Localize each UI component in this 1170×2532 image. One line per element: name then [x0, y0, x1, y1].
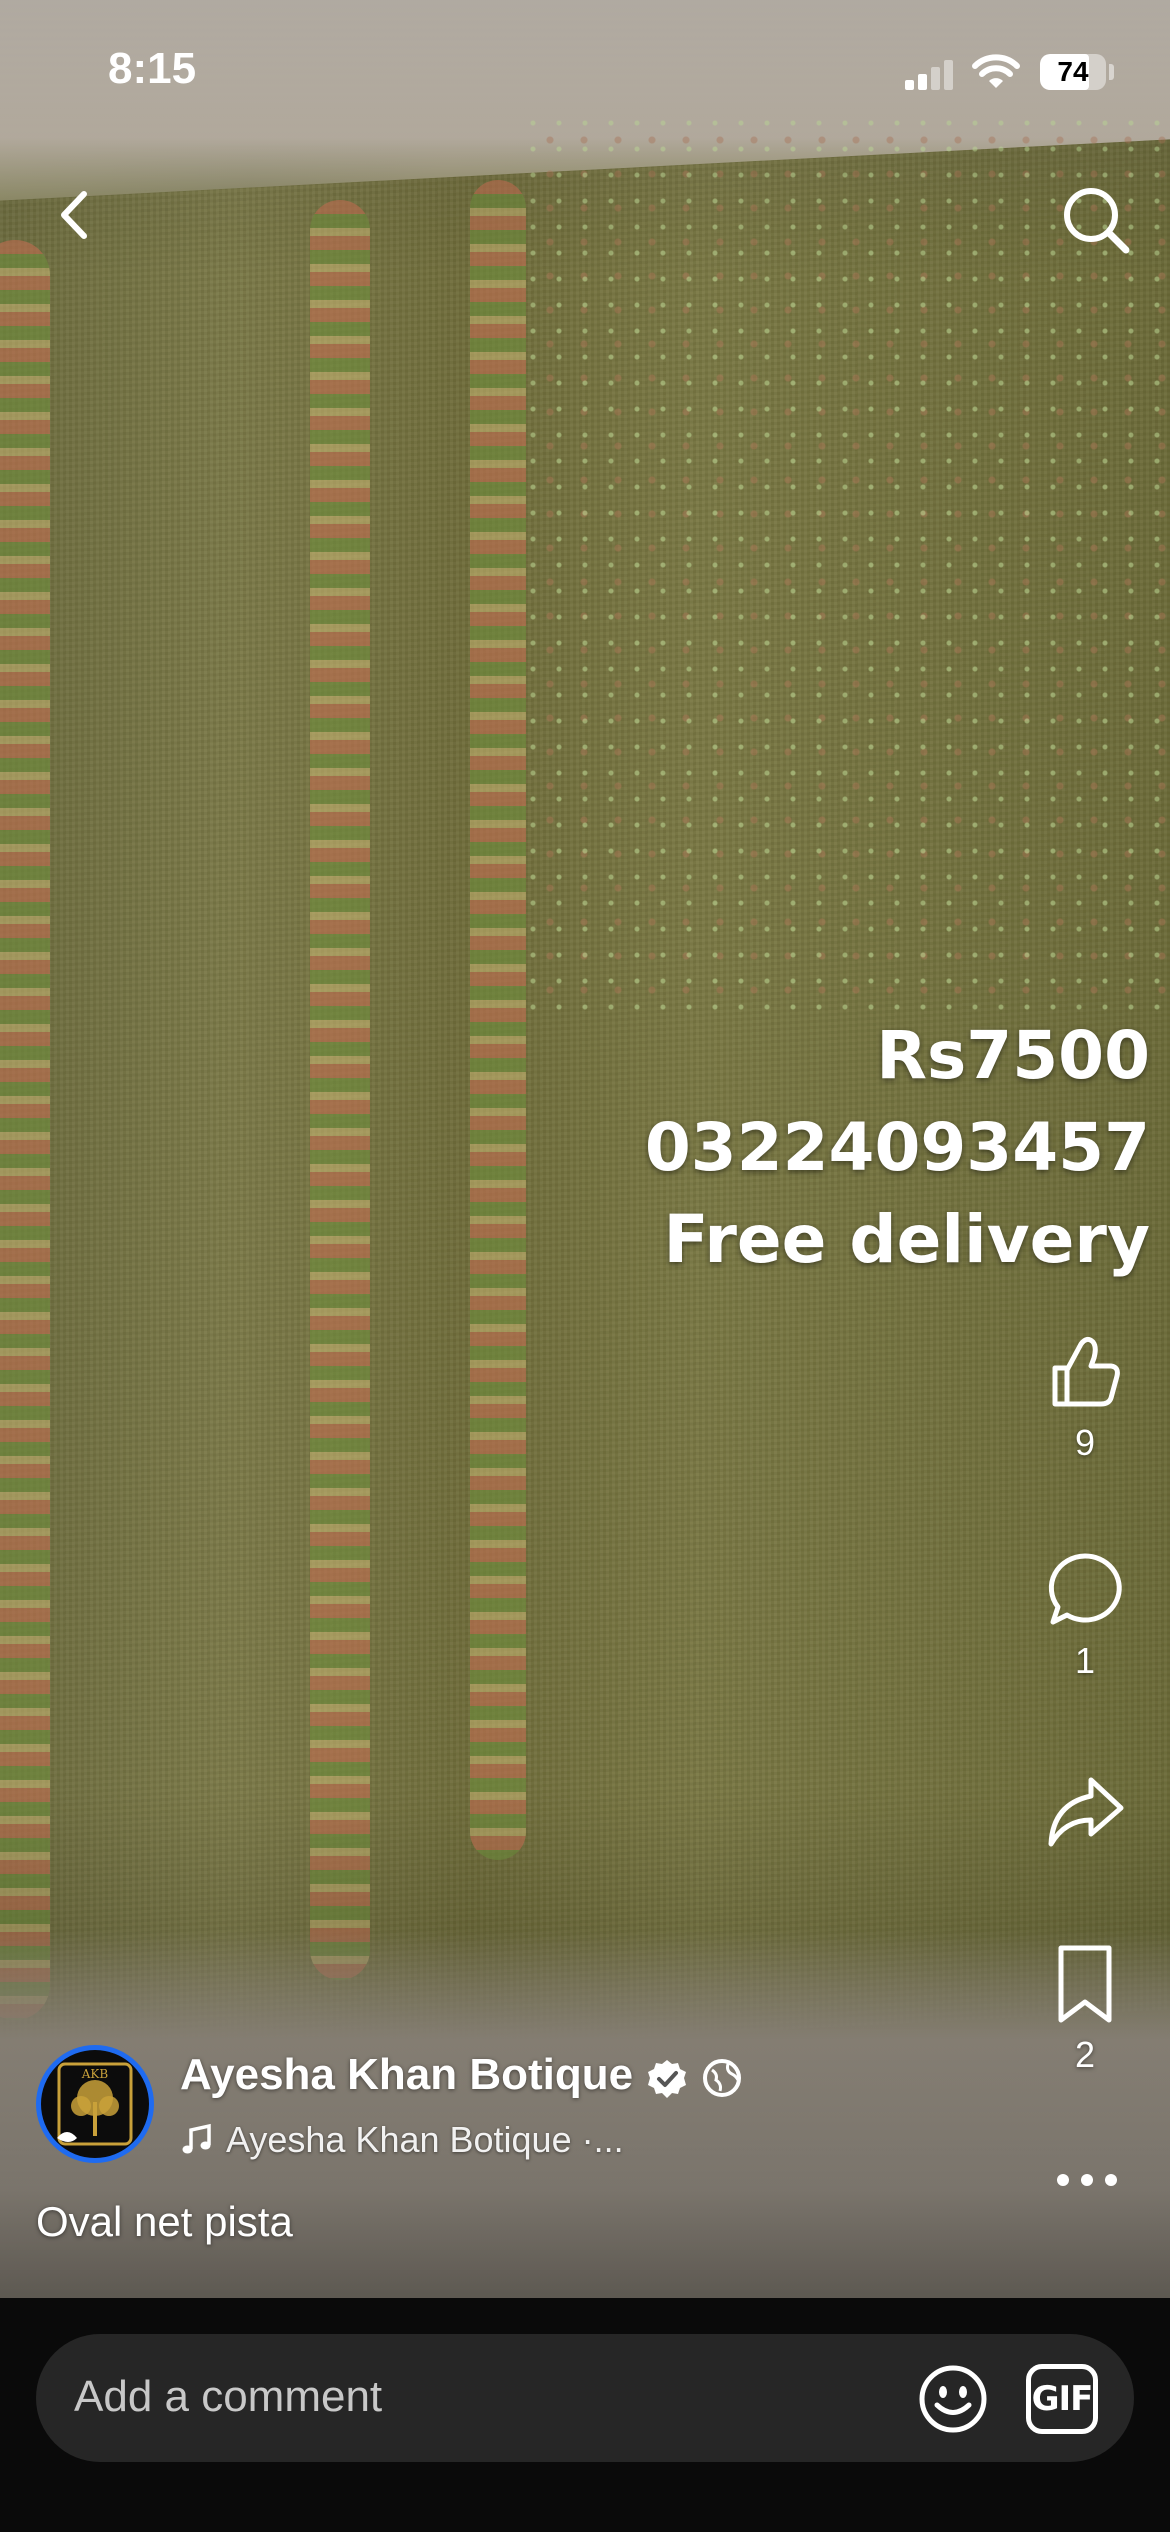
post-caption[interactable]: Oval net pista	[36, 2198, 293, 2246]
battery-tip	[1109, 64, 1114, 80]
share-button[interactable]	[1030, 1770, 1140, 1854]
svg-text:AKB: AKB	[81, 2067, 109, 2081]
comment-count: 1	[1074, 1640, 1096, 1681]
save-button[interactable]: 2	[1030, 1942, 1140, 2076]
more-dots-icon	[1057, 2174, 1117, 2186]
like-count: 9	[1074, 1422, 1096, 1463]
save-count: 2	[1074, 2034, 1096, 2075]
video-overlay-text: Rs7500 03224093457 Free delivery	[645, 1010, 1150, 1286]
bookmark-icon	[1058, 1945, 1112, 2023]
comment-input[interactable]: Add a comment GIF	[36, 2334, 1134, 2462]
music-note-icon	[182, 2123, 211, 2154]
status-bar: 8:15 74	[0, 0, 1170, 150]
verified-badge-icon	[648, 2060, 686, 2098]
emoji-icon	[919, 2365, 987, 2433]
wifi-icon	[972, 54, 1020, 88]
comment-bar: Add a comment GIF	[0, 2298, 1170, 2532]
author-name[interactable]: Ayesha Khan Botique	[180, 2050, 633, 2100]
like-button[interactable]: 9	[1030, 1330, 1140, 1464]
back-button[interactable]	[40, 180, 110, 250]
search-icon	[1064, 188, 1130, 254]
akb-logo: AKB	[57, 2062, 133, 2146]
music-text: Ayesha Khan Botique ·...	[226, 2119, 624, 2160]
comment-placeholder: Add a comment	[74, 2372, 383, 2421]
cellular-signal-icon	[905, 60, 955, 90]
thumbs-up-icon	[1052, 1336, 1120, 1407]
delivery-text: Free delivery	[663, 1201, 1150, 1278]
chevron-left-icon	[61, 191, 87, 239]
comment-button[interactable]: 1	[1030, 1548, 1140, 1682]
reel-video[interactable]: Rs7500 03224093457 Free delivery	[0, 0, 1170, 2298]
price-text: Rs7500	[876, 1017, 1150, 1094]
search-button[interactable]	[1056, 180, 1136, 260]
comment-bubble-icon	[1048, 1553, 1122, 1625]
share-arrow-icon	[1048, 1777, 1124, 1847]
more-options-button[interactable]	[1052, 2160, 1122, 2200]
author-avatar[interactable]: AKB	[36, 2045, 154, 2163]
globe-icon	[703, 2059, 741, 2097]
battery-percent: 74	[1057, 56, 1089, 87]
music-attribution[interactable]: Ayesha Khan Botique ·...	[180, 2118, 624, 2162]
phone-number-text: 03224093457	[644, 1109, 1150, 1186]
gif-button[interactable]: GIF	[1026, 2364, 1098, 2434]
emoji-button[interactable]	[916, 2362, 990, 2436]
status-time: 8:15	[108, 44, 197, 93]
battery-indicator: 74	[1040, 54, 1106, 90]
